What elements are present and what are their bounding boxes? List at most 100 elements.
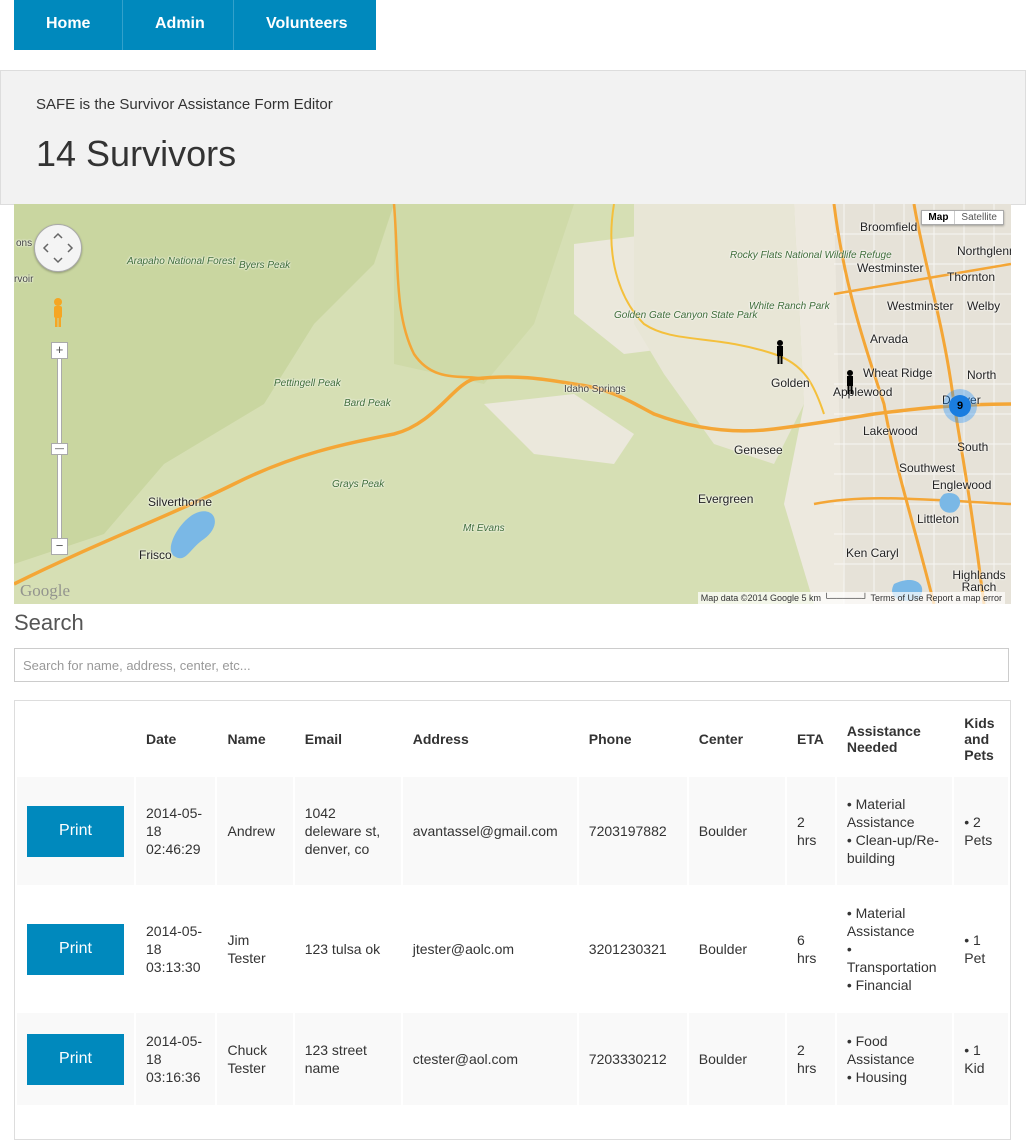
email-cell: 123 tulsa ok <box>294 887 401 1011</box>
email-cell: 1042 deleware st, denver, co <box>294 777 401 885</box>
table-row: Print 2014-05-18 03:16:36 Chuck Tester 1… <box>17 1013 1008 1105</box>
survivors-table: Date Name Email Address Phone Center ETA… <box>14 700 1011 1140</box>
print-button[interactable]: Print <box>27 805 124 857</box>
column-header-date: Date <box>136 703 216 775</box>
eta-cell: 6 hrs <box>786 887 835 1011</box>
map-label-lakewood: Lakewood <box>863 424 918 438</box>
zoom-slider-knob[interactable]: — <box>51 443 68 455</box>
assistance-cell: Food AssistanceHousing <box>836 1013 953 1105</box>
empty-cell <box>402 1107 577 1137</box>
column-header-address: Address <box>402 703 577 775</box>
map-label-broomfield: Broomfield <box>860 220 918 234</box>
table-row: Print 2014-05-18 03:13:30 Jim Tester 123… <box>17 887 1008 1011</box>
eta-cell: 2 hrs <box>786 1013 835 1105</box>
pan-control-icon[interactable] <box>34 224 82 272</box>
assistance-item: Transportation <box>847 940 942 976</box>
map-attribution: Map data ©2014 Google 5 km └─────┘ Terms… <box>697 592 1005 604</box>
kids-pets-cell: 1 Pet <box>954 887 1008 1011</box>
address-cell: jtester@aolc.om <box>402 887 577 1011</box>
print-cell: Print <box>17 887 134 1011</box>
center-cell: Boulder <box>688 887 785 1011</box>
phone-cell: 7203330212 <box>578 1013 687 1105</box>
survivor-marker[interactable] <box>776 340 784 364</box>
table-row <box>17 1107 1008 1137</box>
map-label-genesee: Genesee <box>734 443 783 457</box>
survivor-marker[interactable] <box>846 370 854 394</box>
google-logo: Google <box>20 581 71 600</box>
phone-cell: 7203197882 <box>578 777 687 885</box>
map-label-golden-gate: Golden Gate Canyon State Park <box>614 310 758 321</box>
print-cell: Print <box>17 777 134 885</box>
kids-pets-item: 2 Pets <box>964 813 998 849</box>
map-label-arapaho: Arapaho National Forest <box>127 256 236 267</box>
pegman-icon[interactable] <box>52 297 64 329</box>
empty-cell <box>786 1107 835 1137</box>
center-cell: Boulder <box>688 1013 785 1105</box>
main-nav: Home Admin Volunteers <box>14 0 376 50</box>
map-label-southwest: Southwest <box>899 461 956 475</box>
map-label-welby: Welby <box>967 299 1001 313</box>
map-label-north: North <box>967 368 997 382</box>
zoom-out-button[interactable]: − <box>51 538 68 555</box>
column-header-assistance: Assistance Needed <box>836 703 953 775</box>
marker-cluster[interactable]: 9 <box>943 389 977 423</box>
map-label-thornton: Thornton <box>947 270 996 284</box>
table-row: Print 2014-05-18 02:46:29 Andrew 1042 de… <box>17 777 1008 885</box>
empty-cell <box>954 1107 1008 1137</box>
map-label-ons: ons <box>16 238 33 249</box>
empty-cell <box>136 1107 216 1137</box>
map-type-map-button[interactable]: Map <box>922 211 956 224</box>
date-cell: 2014-05-18 02:46:29 <box>136 777 216 885</box>
map-label-white-ranch: White Ranch Park <box>749 301 830 312</box>
map-label-arvada: Arvada <box>870 332 909 346</box>
table-header-row: Date Name Email Address Phone Center ETA… <box>17 703 1008 775</box>
column-header-kids-pets: Kids and Pets <box>954 703 1008 775</box>
map-type-control: Map Satellite <box>921 210 1004 225</box>
map-label-silverthorne: Silverthorne <box>148 495 213 509</box>
assistance-cell: Material AssistanceTransportationFinanci… <box>836 887 953 1011</box>
map-label-bard-peak: Bard Peak <box>344 398 391 409</box>
map-label-englewood: Englewood <box>932 478 992 492</box>
map-label-pettingell: Pettingell Peak <box>274 378 341 389</box>
assistance-item: Material Assistance <box>847 904 942 940</box>
column-header-eta: ETA <box>786 703 835 775</box>
name-cell: Chuck Tester <box>217 1013 293 1105</box>
address-cell: avantassel@gmail.com <box>402 777 577 885</box>
map-label-westminster-n: Westminster <box>857 261 924 275</box>
nav-home[interactable]: Home <box>14 0 123 50</box>
map-label-northglenn: Northglenn <box>957 244 1011 258</box>
print-button[interactable]: Print <box>27 1033 124 1085</box>
map-label-ken-caryl: Ken Caryl <box>846 546 899 560</box>
page-title: 14 Survivors <box>36 133 237 174</box>
zoom-in-button[interactable]: + <box>51 342 68 359</box>
empty-cell <box>17 1107 134 1137</box>
map-label-idaho-springs: Idaho Springs <box>564 384 626 395</box>
map-label-mt-evans: Mt Evans <box>463 523 505 534</box>
assistance-item: Financial <box>847 976 942 994</box>
search-input[interactable] <box>14 648 1009 682</box>
map-type-satellite-button[interactable]: Satellite <box>955 211 1003 224</box>
map-label-golden: Golden <box>771 376 810 390</box>
map-label-frisco: Frisco <box>139 548 172 562</box>
header-panel: SAFE is the Survivor Assistance Form Edi… <box>0 70 1026 205</box>
map-label-applewood: Applewood <box>833 385 893 399</box>
map-label-grays-peak: Grays Peak <box>332 479 385 490</box>
nav-volunteers[interactable]: Volunteers <box>234 0 376 50</box>
name-cell: Andrew <box>217 777 293 885</box>
address-cell: ctester@aol.com <box>402 1013 577 1105</box>
kids-pets-cell: 1 Kid <box>954 1013 1008 1105</box>
map-label-evergreen: Evergreen <box>698 492 754 506</box>
nav-admin[interactable]: Admin <box>123 0 234 50</box>
column-header-center: Center <box>688 703 785 775</box>
date-cell: 2014-05-18 03:16:36 <box>136 1013 216 1105</box>
name-cell: Jim Tester <box>217 887 293 1011</box>
eta-cell: 2 hrs <box>786 777 835 885</box>
kids-pets-item: 1 Kid <box>964 1041 998 1077</box>
survivor-map[interactable]: Arapaho National Forest Byers Peak ons r… <box>14 204 1011 604</box>
assistance-item: Food Assistance <box>847 1032 942 1068</box>
empty-cell <box>217 1107 293 1137</box>
map-label-rocky-flats: Rocky Flats National Wildlife Refuge <box>730 250 892 261</box>
column-header-phone: Phone <box>578 703 687 775</box>
cluster-count: 9 <box>949 395 971 417</box>
print-button[interactable]: Print <box>27 923 124 975</box>
